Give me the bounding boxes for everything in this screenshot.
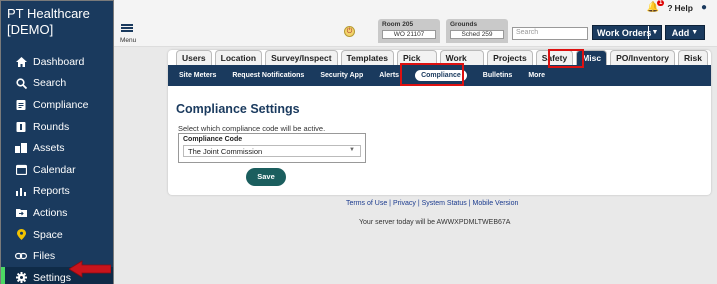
footer-system-status-link[interactable]: System Status <box>422 200 467 207</box>
subnav-site-meters[interactable]: Site Meters <box>179 72 216 79</box>
footer-privacy-link[interactable]: Privacy <box>393 200 416 207</box>
tab-projects[interactable]: Projects <box>487 50 533 65</box>
gear-icon <box>15 272 27 284</box>
sidebar-nav: Dashboard Search Compliance Rounds Asset… <box>1 51 113 284</box>
calendar-icon <box>15 164 27 176</box>
sidebar-item-label: Space <box>33 228 63 241</box>
top-right-controls: 🔔 1 ? Help ● <box>647 0 707 13</box>
sidebar-item-label: Rounds <box>33 120 70 133</box>
tab-location[interactable]: Location <box>214 50 263 65</box>
sidebar-item-calendar[interactable]: Calendar <box>1 159 113 181</box>
notifications-button[interactable]: 🔔 1 <box>647 0 665 13</box>
work-orders-button[interactable]: Work Orders ▼ <box>592 25 662 40</box>
server-info: Your server today will be AWWXPDMLTWEB67… <box>359 219 511 226</box>
link-icon <box>15 250 27 262</box>
grounds-value: Sched 259 <box>450 30 504 39</box>
menu-button[interactable] <box>120 24 134 28</box>
save-button[interactable]: Save <box>246 168 286 186</box>
bar-chart-icon <box>15 185 27 197</box>
clipboard-icon <box>15 99 27 111</box>
sidebar-item-assets[interactable]: Assets <box>1 137 113 159</box>
tab-templates[interactable]: Templates <box>340 50 394 65</box>
footer-mobile-version-link[interactable]: Mobile Version <box>472 200 518 207</box>
home-icon <box>15 56 27 68</box>
sidebar-item-label: Files <box>33 250 56 263</box>
compliance-code-value: The Joint Commission <box>188 147 263 156</box>
room-value: WO 21107 <box>382 30 436 39</box>
chevron-down-icon: ▼ <box>691 29 699 36</box>
compliance-hint: Select which compliance code will be act… <box>178 124 326 133</box>
actions-icon <box>15 207 27 219</box>
settings-panel: Users Location Survey/Inspect Templates … <box>168 49 711 195</box>
compliance-code-label: Compliance Code <box>183 136 243 143</box>
page-title: Compliance Settings <box>176 102 300 116</box>
sidebar-item-label: Settings <box>33 271 71 284</box>
assets-icon <box>15 142 27 154</box>
sidebar-item-actions[interactable]: Actions <box>1 202 113 224</box>
top-bar: Menu 🔔 1 ? Help ● ⏻ Room 205 WO 21107 Gr… <box>114 0 717 47</box>
sidebar-item-space[interactable]: Space <box>1 224 113 246</box>
add-label: Add <box>671 27 690 38</box>
room-title: Room 205 <box>382 21 414 28</box>
power-icon[interactable]: ⏻ <box>344 26 355 37</box>
sidebar-item-label: Dashboard <box>33 55 85 68</box>
notification-badge: 1 <box>656 0 665 6</box>
compliance-code-select[interactable]: The Joint Commission ▼ <box>183 145 361 157</box>
compliance-code-group: Compliance Code The Joint Commission ▼ <box>178 133 366 163</box>
tab-po-inventory[interactable]: PO/Inventory <box>610 50 676 65</box>
sidebar-item-label: Search <box>33 77 67 90</box>
footer-terms-link[interactable]: Terms of Use <box>346 200 387 207</box>
brand-title: PT Healthcare [DEMO] <box>7 6 90 37</box>
tab-risk[interactable]: Risk <box>678 50 708 65</box>
misc-highlight-box <box>548 49 584 68</box>
sidebar-item-label: Assets <box>33 142 65 155</box>
compliance-highlight-box <box>400 63 464 86</box>
room-chip[interactable]: Room 205 WO 21107 <box>378 19 440 43</box>
footer-links: Terms of Use | Privacy | System Status |… <box>346 200 518 207</box>
chevron-down-icon[interactable]: ▼ <box>648 26 661 39</box>
rounds-icon <box>15 121 27 133</box>
hamburger-icon <box>121 24 133 26</box>
sidebar-item-compliance[interactable]: Compliance <box>1 94 113 116</box>
sidebar-item-label: Compliance <box>33 98 89 111</box>
sidebar: PT Healthcare [DEMO] Dashboard Search Co… <box>0 0 114 284</box>
sidebar-item-search[interactable]: Search <box>1 73 113 95</box>
tab-users[interactable]: Users <box>176 50 212 65</box>
search-icon <box>15 77 27 89</box>
help-icon: ? <box>667 2 673 13</box>
subnav-bulletins[interactable]: Bulletins <box>483 72 513 79</box>
work-orders-label: Work Orders <box>597 27 652 38</box>
sidebar-item-label: Reports <box>33 185 70 198</box>
annotation-arrow-icon <box>69 260 111 278</box>
sidebar-item-label: Calendar <box>33 163 76 176</box>
grounds-chip[interactable]: Grounds Sched 259 <box>446 19 508 43</box>
sidebar-item-dashboard[interactable]: Dashboard <box>1 51 113 73</box>
help-link[interactable]: Help <box>675 3 693 13</box>
grounds-title: Grounds <box>450 21 478 28</box>
sidebar-item-label: Actions <box>33 206 68 219</box>
add-button[interactable]: Add ▼ <box>665 25 705 40</box>
menu-label: Menu <box>120 37 137 44</box>
sidebar-item-reports[interactable]: Reports <box>1 181 113 203</box>
sidebar-item-rounds[interactable]: Rounds <box>1 116 113 138</box>
user-icon[interactable]: ● <box>701 2 707 13</box>
tab-survey-inspect[interactable]: Survey/Inspect <box>265 50 338 65</box>
chevron-down-icon: ▼ <box>349 147 355 153</box>
search-input[interactable]: Search <box>512 27 588 40</box>
subnav-alerts[interactable]: Alerts <box>379 72 399 79</box>
map-pin-icon <box>15 229 27 241</box>
subnav-request-notifications[interactable]: Request Notifications <box>232 72 304 79</box>
subnav-more[interactable]: More <box>528 72 545 79</box>
subnav-security-app[interactable]: Security App <box>320 72 363 79</box>
